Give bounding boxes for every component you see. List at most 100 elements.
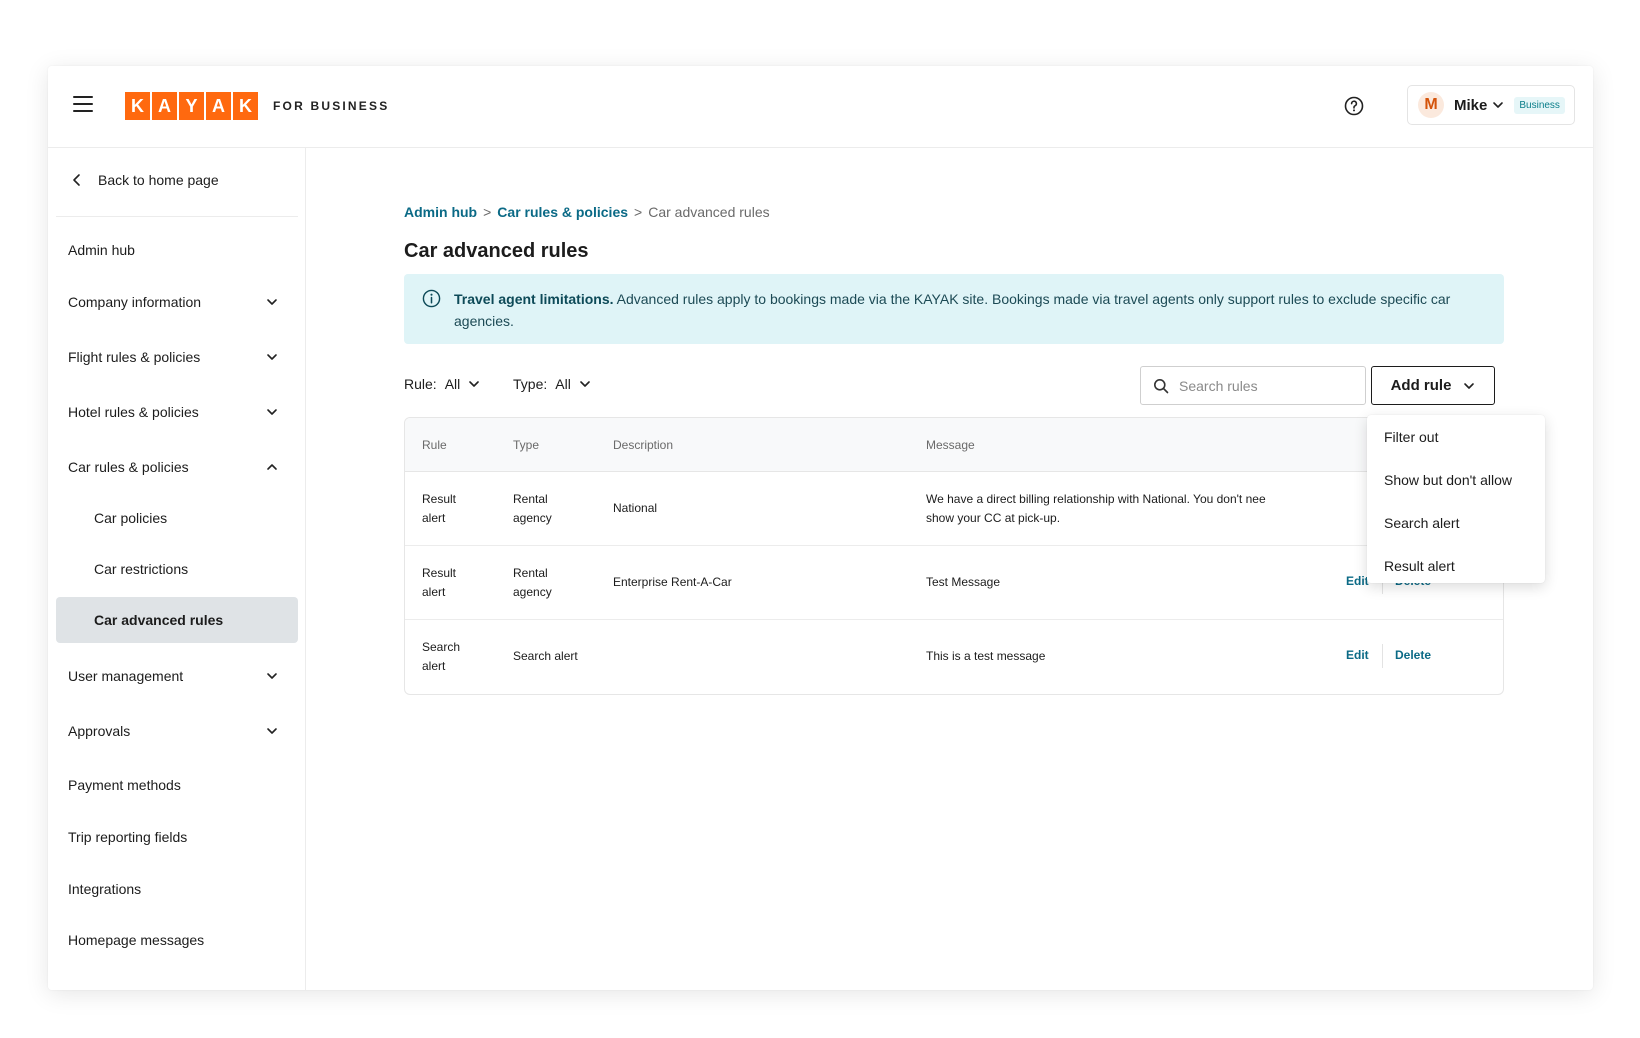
sidebar-item-label: Integrations: [68, 881, 142, 897]
rule-line: Result: [422, 492, 457, 506]
breadcrumb-separator: >: [634, 204, 643, 220]
menu-item-search-alert[interactable]: Search alert: [1367, 501, 1545, 544]
sidebar-item-admin-hub[interactable]: Admin hub: [56, 227, 298, 273]
back-to-home-link[interactable]: Back to home page: [72, 172, 219, 188]
sidebar-item-label: Trip reporting fields: [68, 829, 188, 845]
type-cell: Rental agency: [513, 564, 552, 602]
chevron-up-icon: [267, 464, 277, 470]
user-name: Mike: [1454, 96, 1488, 114]
breadcrumb-admin-hub[interactable]: Admin hub: [404, 204, 477, 220]
edit-button[interactable]: Edit: [1346, 574, 1369, 588]
rules-table: Rule Type Description Message Result ale…: [404, 417, 1504, 695]
chevron-down-icon: [267, 409, 277, 415]
message-cell: We have a direct billing relationship wi…: [926, 490, 1266, 528]
sidebar-item-hotel-rules[interactable]: Hotel rules & policies: [56, 389, 298, 435]
kayak-logo[interactable]: K A Y A K: [125, 92, 258, 120]
column-header-rule: Rule: [422, 438, 447, 452]
breadcrumb-car-rules[interactable]: Car rules & policies: [497, 204, 628, 220]
type-cell: Search alert: [513, 649, 578, 663]
sidebar-item-car-restrictions[interactable]: Car restrictions: [56, 546, 298, 592]
logo-letter: A: [206, 92, 231, 120]
rule-line: alert: [422, 511, 446, 525]
sidebar-item-label: Company information: [68, 294, 202, 310]
chevron-down-icon: [267, 354, 277, 360]
sidebar-item-homepage-messages[interactable]: Homepage messages: [56, 917, 298, 963]
type-line: agency: [513, 585, 552, 599]
action-divider: [1382, 644, 1383, 668]
search-input[interactable]: [1179, 377, 1349, 394]
add-rule-menu: Filter out Show but don't allow Search a…: [1367, 415, 1545, 583]
description-cell: National: [613, 501, 658, 515]
sidebar-item-user-management[interactable]: User management: [56, 653, 298, 699]
column-header-type: Type: [513, 438, 540, 452]
rule-line: alert: [422, 659, 446, 673]
rule-cell: Result alert: [422, 564, 456, 602]
column-header-message: Message: [926, 438, 975, 452]
sidebar-item-integrations[interactable]: Integrations: [56, 866, 298, 912]
sidebar-item-label: User management: [68, 668, 184, 684]
back-link-label: Back to home page: [98, 172, 219, 188]
type-line: agency: [513, 511, 552, 525]
page-title: Car advanced rules: [404, 240, 589, 262]
table-row: Result alert Rental agency Enterprise Re…: [405, 546, 1503, 620]
type-filter-label: Type:: [513, 376, 548, 392]
hamburger-menu-icon[interactable]: [73, 96, 93, 112]
sidebar-item-label: Car advanced rules: [94, 612, 224, 628]
add-rule-button[interactable]: Add rule: [1371, 366, 1495, 405]
search-rules-field[interactable]: [1140, 366, 1366, 405]
logo-letter: A: [152, 92, 177, 120]
menu-item-filter-out[interactable]: Filter out: [1367, 415, 1545, 458]
menu-item-show-but-dont-allow[interactable]: Show but don't allow: [1367, 458, 1545, 501]
message-line: show your CC at pick-up.: [926, 511, 1061, 525]
type-filter-value: All: [555, 376, 571, 392]
sidebar-item-car-advanced-rules[interactable]: Car advanced rules: [56, 597, 298, 643]
top-header: K A Y A K FOR BUSINESS M Mike Business: [48, 66, 1593, 148]
edit-button[interactable]: Edit: [1346, 648, 1369, 662]
chevron-down-icon: [1493, 102, 1504, 108]
rule-filter-label: Rule:: [404, 376, 437, 392]
type-line: Rental: [513, 566, 548, 580]
rule-cell: Result alert: [422, 490, 456, 528]
logo-suffix: FOR BUSINESS: [273, 99, 390, 113]
delete-button[interactable]: Delete: [1395, 648, 1431, 662]
sidebar-item-label: Approvals: [68, 723, 131, 739]
table-header: Rule Type Description Message: [405, 418, 1503, 472]
sidebar-item-flight-rules[interactable]: Flight rules & policies: [56, 334, 298, 380]
avatar: M: [1418, 92, 1444, 118]
sidebar-item-car-rules[interactable]: Car rules & policies: [56, 444, 298, 490]
banner-title: Travel agent limitations.: [454, 291, 614, 307]
logo-letter: K: [125, 92, 150, 120]
message-cell: This is a test message: [926, 649, 1046, 663]
rule-cell: Search alert: [422, 638, 460, 676]
help-icon[interactable]: [1344, 96, 1364, 116]
info-icon: [422, 289, 441, 308]
sidebar-item-trip-reporting-fields[interactable]: Trip reporting fields: [56, 814, 298, 860]
table-row: Search alert Search alert This is a test…: [405, 620, 1503, 694]
logo-letter: K: [233, 92, 258, 120]
sidebar-item-label: Car restrictions: [94, 561, 189, 577]
sidebar-item-label: Hotel rules & policies: [68, 404, 199, 420]
add-rule-label: Add rule: [1390, 377, 1452, 394]
sidebar-item-payment-methods[interactable]: Payment methods: [56, 762, 298, 808]
account-type-badge: Business: [1514, 96, 1565, 114]
sidebar-item-company-information[interactable]: Company information: [56, 279, 298, 325]
sidebar-item-car-policies[interactable]: Car policies: [56, 495, 298, 541]
chevron-down-icon: [267, 299, 277, 305]
chevron-down-icon: [267, 728, 277, 734]
sidebar-item-approvals[interactable]: Approvals: [56, 708, 298, 754]
type-filter-dropdown[interactable]: Type: All: [513, 376, 591, 392]
sidebar-item-label: Payment methods: [68, 777, 181, 793]
logo-letter: Y: [179, 92, 204, 120]
info-banner: Travel agent limitations. Advanced rules…: [404, 274, 1504, 344]
sidebar-item-label: Homepage messages: [68, 932, 205, 948]
chevron-down-icon: [267, 673, 277, 679]
sidebar-item-label: Flight rules & policies: [68, 349, 201, 365]
sidebar-item-label: Admin hub: [68, 242, 135, 258]
user-menu-button[interactable]: M Mike Business: [1407, 85, 1575, 125]
rule-filter-value: All: [444, 376, 461, 392]
menu-item-result-alert[interactable]: Result alert: [1367, 544, 1545, 587]
sidebar: Back to home page Admin hub Company info…: [48, 148, 306, 990]
rule-filter-dropdown[interactable]: Rule: All: [404, 376, 480, 392]
search-icon: [1154, 378, 1169, 393]
breadcrumb: Admin hub > Car rules & policies > Car a…: [404, 204, 770, 220]
